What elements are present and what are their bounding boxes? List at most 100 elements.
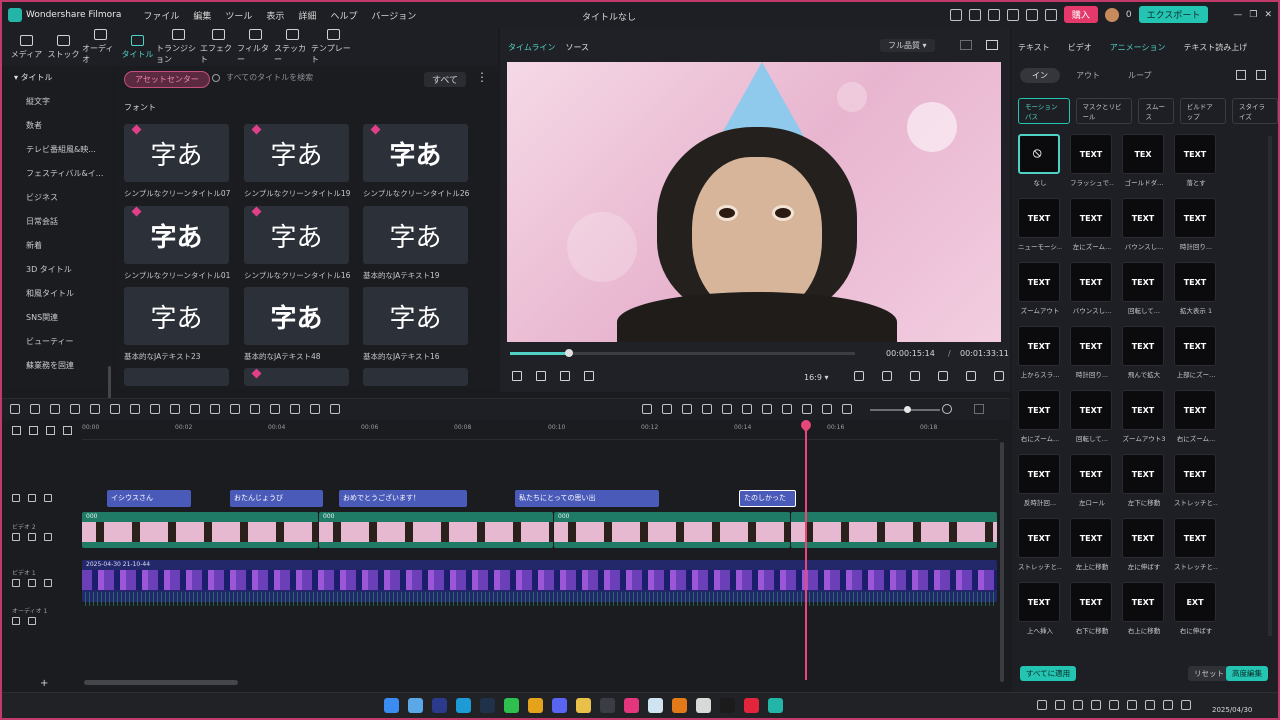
track-manage-icon[interactable] [46, 426, 55, 435]
export-frame-icon[interactable] [310, 404, 320, 414]
animation-preset[interactable]: TEXT バウンスし... [1070, 262, 1114, 320]
title-tile[interactable]: 字あ [124, 206, 229, 264]
animation-preset[interactable]: TEXT フラッシュで... [1070, 134, 1114, 192]
add-icon[interactable]: + [40, 678, 48, 689]
animation-preset[interactable]: TEXT 左に伸ばす [1122, 518, 1166, 576]
aspect-ratio-dropdown[interactable]: 16:9 ▾ [804, 373, 829, 382]
monitor-icon[interactable] [432, 698, 447, 713]
cut-icon[interactable] [110, 404, 120, 414]
animation-preset[interactable]: TEXT 時計回り... [1070, 326, 1114, 384]
download-icon[interactable] [1044, 8, 1057, 21]
discord-icon[interactable] [552, 698, 567, 713]
animation-preset[interactable]: TEXT 右下に移動 [1070, 582, 1114, 640]
tool-transition[interactable]: トランジション [156, 28, 200, 66]
animation-preset[interactable]: TEXT 回転して... [1070, 390, 1114, 448]
sidebar-item[interactable]: ビューティー [2, 330, 112, 354]
menu-version[interactable]: バージョン [371, 9, 416, 22]
crop-frame-icon[interactable] [290, 404, 300, 414]
sidebar-item[interactable]: SNS関連 [2, 306, 112, 330]
title-tile-partial[interactable] [363, 368, 468, 386]
gift-icon[interactable] [949, 8, 962, 21]
animation-preset[interactable]: TEX ゴールドダ... [1122, 134, 1166, 192]
obs-icon[interactable] [720, 698, 735, 713]
lock-icon[interactable] [12, 617, 20, 625]
scrubber-handle[interactable] [564, 349, 573, 357]
tab-animation[interactable]: アニメーション [1110, 42, 1166, 53]
animation-preset[interactable]: TEXT ズームアウト [1018, 262, 1062, 320]
animation-preset[interactable]: TEXT 上からスラ... [1018, 326, 1062, 384]
sidebar-item[interactable]: 縦文字 [2, 90, 112, 114]
fullscreen-icon[interactable] [994, 371, 1004, 381]
animation-preset[interactable]: ⃠ なし [1018, 134, 1062, 192]
snapshot-icon[interactable] [986, 40, 998, 50]
video-preview[interactable] [507, 62, 1001, 342]
advanced-edit-button[interactable]: 高度編集 [1226, 666, 1268, 681]
timeline-hscroll[interactable] [84, 680, 238, 685]
playhead[interactable] [798, 417, 814, 680]
mute-icon[interactable] [28, 579, 36, 587]
ai-toggle-icon[interactable] [642, 404, 652, 414]
message-icon[interactable] [1006, 8, 1019, 21]
mute-icon[interactable] [28, 533, 36, 541]
sidebar-item[interactable]: 和風タイトル [2, 282, 112, 306]
crop-icon[interactable] [150, 404, 160, 414]
tab-tts[interactable]: テキスト読み上げ [1183, 42, 1247, 53]
zoom-slider[interactable] [870, 406, 940, 413]
tag-icon[interactable] [170, 404, 180, 414]
animation-preset[interactable]: TEXT 落とす [1174, 134, 1218, 192]
steam-icon[interactable] [480, 698, 495, 713]
animation-preset[interactable]: TEXT ストレッチと... [1174, 454, 1218, 512]
animation-preset[interactable]: TEXT 拡大表示 1 [1174, 262, 1218, 320]
stabilize-icon[interactable] [330, 404, 340, 414]
filter-chip[interactable]: モーションパス [1018, 98, 1070, 124]
animation-preset[interactable]: TEXT ストレッチと... [1018, 518, 1062, 576]
mic-icon[interactable] [762, 404, 772, 414]
animation-preset[interactable]: TEXT 上部にズー... [1174, 326, 1218, 384]
video-clip[interactable] [791, 512, 997, 548]
subtab-out[interactable]: アウト [1064, 68, 1112, 83]
panel-scrollbar[interactable] [1268, 136, 1272, 636]
animation-preset[interactable]: TEXT 上へ挿入 [1018, 582, 1062, 640]
animation-preset[interactable]: TEXT バウンスし... [1122, 198, 1166, 256]
stop-icon[interactable] [584, 371, 594, 381]
animation-preset[interactable]: TEXT 反時計回... [1018, 454, 1062, 512]
video-clip[interactable]: 000 [554, 512, 790, 548]
menu-file[interactable]: ファイル [143, 9, 179, 22]
close-icon[interactable]: ✕ [1264, 10, 1272, 20]
audio-mix-icon[interactable] [702, 404, 712, 414]
app-tray-icon[interactable] [1055, 700, 1065, 710]
play-icon[interactable] [560, 371, 570, 381]
title-clip[interactable]: おめでとうございます！ [339, 490, 467, 507]
add-track-icon[interactable] [12, 426, 21, 435]
undo-icon[interactable] [50, 404, 60, 414]
export-button[interactable]: エクスポート [1138, 6, 1209, 23]
split-icon[interactable] [662, 404, 672, 414]
tool-template[interactable]: テンプレート [311, 28, 355, 66]
sidebar-item[interactable]: 3D タイトル [2, 258, 112, 282]
title-clip[interactable]: 私たちにとっての思い出 [515, 490, 659, 507]
camera-icon[interactable] [938, 371, 948, 381]
sidebar-item[interactable]: 蘇業務を固連 [2, 354, 112, 378]
color-icon[interactable] [230, 404, 240, 414]
grid-view-icon[interactable] [960, 40, 972, 50]
menu-view[interactable]: 表示 [266, 9, 284, 22]
mute-icon[interactable] [28, 494, 36, 502]
title-tile-partial[interactable] [244, 368, 349, 386]
quality-dropdown[interactable]: フル品質 ▾ [880, 39, 935, 52]
reset-button[interactable]: リセット [1188, 666, 1230, 681]
avatar[interactable] [1104, 7, 1119, 22]
sidebar-head[interactable]: ▾ タイトル [2, 66, 112, 90]
title-clip-selected[interactable]: たのしかった [739, 490, 796, 507]
menu-help[interactable]: ヘルプ [330, 9, 357, 22]
app-tray-icon[interactable] [1073, 700, 1083, 710]
mute-icon[interactable] [28, 617, 36, 625]
ai-icon[interactable] [250, 404, 260, 414]
cloud-icon[interactable] [1025, 8, 1038, 21]
animation-preset[interactable]: TEXT 右にズーム... [1018, 390, 1062, 448]
lips-icon[interactable] [624, 698, 639, 713]
delete-icon[interactable] [90, 404, 100, 414]
title-tile[interactable]: 字あ [363, 206, 468, 264]
video-clip[interactable]: 000 [319, 512, 553, 548]
animation-preset[interactable]: TEXT ニューモーシ... [1018, 198, 1062, 256]
collapse-icon[interactable] [1256, 70, 1266, 80]
